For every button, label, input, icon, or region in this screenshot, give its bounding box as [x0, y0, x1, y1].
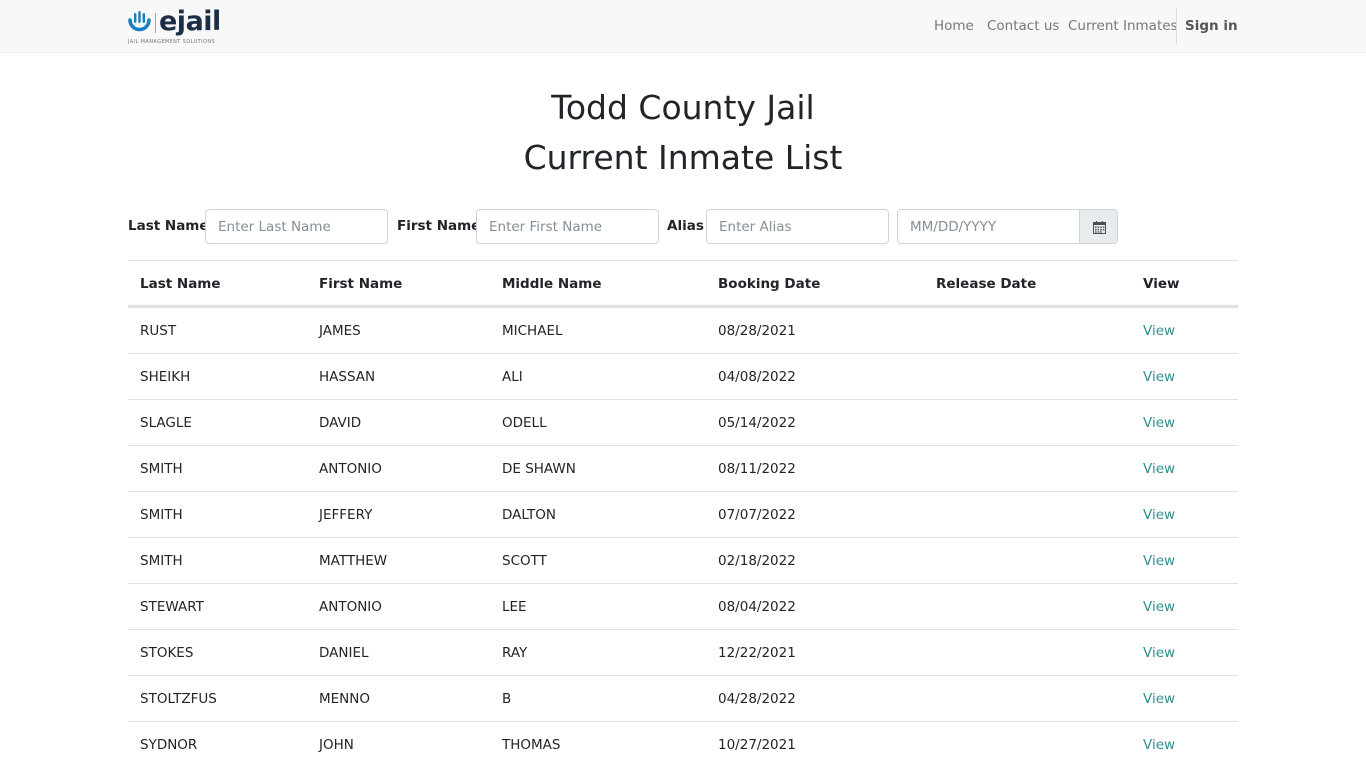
cell-first-name: ANTONIO	[319, 461, 382, 477]
cell-booking-date: 08/11/2022	[718, 461, 796, 477]
cell-middle-name: B	[502, 691, 512, 707]
cell-middle-name: ALI	[502, 369, 523, 385]
view-link[interactable]: View	[1143, 676, 1175, 722]
cell-booking-date: 08/04/2022	[718, 599, 796, 615]
cell-middle-name: ODELL	[502, 415, 547, 431]
header-release-date: Release Date	[936, 276, 1037, 292]
cell-last-name: SYDNOR	[140, 737, 198, 753]
header-first-name: First Name	[319, 276, 403, 292]
table-header-row: Last Name First Name Middle Name Booking…	[128, 260, 1238, 307]
table-row: SYDNOR JOHN THOMAS 10/27/2021 View	[128, 721, 1238, 767]
nav-sign-in-link[interactable]: Sign in	[1185, 18, 1238, 34]
nav-contact-link[interactable]: Contact us	[987, 18, 1059, 34]
last-name-label: Last Name	[128, 218, 209, 234]
table-row: STOKES DANIEL RAY 12/22/2021 View	[128, 629, 1238, 675]
cell-first-name: DAVID	[319, 415, 362, 431]
date-input[interactable]	[897, 209, 1080, 244]
date-filter-group	[897, 209, 1118, 244]
cell-middle-name: LEE	[502, 599, 527, 615]
cell-first-name: MATTHEW	[319, 553, 388, 569]
view-link[interactable]: View	[1143, 538, 1175, 584]
table-row: SMITH JEFFERY DALTON 07/07/2022 View	[128, 491, 1238, 537]
header-booking-date: Booking Date	[718, 276, 821, 292]
last-name-input[interactable]	[205, 209, 388, 244]
ejail-logo-icon	[128, 11, 151, 32]
first-name-input[interactable]	[476, 209, 659, 244]
calendar-icon	[1093, 221, 1106, 234]
nav-home-link[interactable]: Home	[934, 18, 974, 34]
cell-first-name: JOHN	[319, 737, 354, 753]
cell-middle-name: MICHAEL	[502, 323, 563, 339]
alias-input[interactable]	[706, 209, 889, 244]
cell-last-name: SMITH	[140, 553, 183, 569]
header-middle-name: Middle Name	[502, 276, 602, 292]
header-view: View	[1143, 276, 1180, 292]
cell-last-name: STEWART	[140, 599, 204, 615]
table-body: RUST JAMES MICHAEL 08/28/2021 View SHEIKH HASS…	[128, 307, 1238, 767]
page-title-line1: Todd County Jail	[551, 88, 815, 127]
table-row: STEWART ANTONIO LEE 08/04/2022 View	[128, 583, 1238, 629]
cell-last-name: SMITH	[140, 461, 183, 477]
inmate-table: Last Name First Name Middle Name Booking…	[128, 260, 1238, 767]
table-row: SMITH MATTHEW SCOTT 02/18/2022 View	[128, 537, 1238, 583]
cell-first-name: JEFFERY	[319, 507, 373, 523]
page-title-line2: Current Inmate List	[523, 138, 843, 177]
cell-first-name: ANTONIO	[319, 599, 382, 615]
cell-first-name: MENNO	[319, 691, 371, 707]
cell-last-name: STOKES	[140, 645, 194, 661]
cell-middle-name: THOMAS	[502, 737, 561, 753]
cell-middle-name: DE SHAWN	[502, 461, 576, 477]
cell-booking-date: 12/22/2021	[718, 645, 796, 661]
table-row: RUST JAMES MICHAEL 08/28/2021 View	[128, 307, 1238, 353]
header-last-name: Last Name	[140, 276, 221, 292]
cell-last-name: STOLTZFUS	[140, 691, 217, 707]
cell-first-name: HASSAN	[319, 369, 376, 385]
table-row: SHEIKH HASSAN ALI 04/08/2022 View	[128, 353, 1238, 399]
top-navbar: ejail JAIL MANAGEMENT SOLUTIONS Home Con…	[0, 0, 1366, 53]
cell-last-name: SLAGLE	[140, 415, 192, 431]
cell-booking-date: 08/28/2021	[718, 323, 796, 339]
brand-logo[interactable]: ejail JAIL MANAGEMENT SOLUTIONS	[128, 6, 223, 46]
table-row: SLAGLE DAVID ODELL 05/14/2022 View	[128, 399, 1238, 445]
view-link[interactable]: View	[1143, 722, 1175, 768]
first-name-label: First Name	[397, 218, 481, 234]
cell-last-name: RUST	[140, 323, 177, 339]
cell-booking-date: 07/07/2022	[718, 507, 796, 523]
cell-last-name: SMITH	[140, 507, 183, 523]
brand-name: ejail	[159, 6, 221, 37]
cell-booking-date: 04/28/2022	[718, 691, 796, 707]
nav-divider	[1176, 8, 1177, 44]
view-link[interactable]: View	[1143, 630, 1175, 676]
view-link[interactable]: View	[1143, 308, 1175, 354]
cell-booking-date: 05/14/2022	[718, 415, 796, 431]
cell-middle-name: DALTON	[502, 507, 557, 523]
cell-last-name: SHEIKH	[140, 369, 191, 385]
nav-current-inmates-link[interactable]: Current Inmates	[1068, 18, 1178, 34]
date-picker-button[interactable]	[1079, 209, 1118, 244]
cell-booking-date: 04/08/2022	[718, 369, 796, 385]
table-row: SMITH ANTONIO DE SHAWN 08/11/2022 View	[128, 445, 1238, 491]
table-row: STOLTZFUS MENNO B 04/28/2022 View	[128, 675, 1238, 721]
cell-first-name: DANIEL	[319, 645, 369, 661]
brand-separator	[155, 13, 156, 33]
cell-middle-name: RAY	[502, 645, 528, 661]
cell-booking-date: 10/27/2021	[718, 737, 796, 753]
view-link[interactable]: View	[1143, 354, 1175, 400]
view-link[interactable]: View	[1143, 400, 1175, 446]
alias-label: Alias	[667, 218, 704, 234]
view-link[interactable]: View	[1143, 446, 1175, 492]
cell-first-name: JAMES	[319, 323, 361, 339]
brand-tagline: JAIL MANAGEMENT SOLUTIONS	[128, 39, 216, 45]
view-link[interactable]: View	[1143, 584, 1175, 630]
cell-booking-date: 02/18/2022	[718, 553, 796, 569]
view-link[interactable]: View	[1143, 492, 1175, 538]
cell-middle-name: SCOTT	[502, 553, 547, 569]
